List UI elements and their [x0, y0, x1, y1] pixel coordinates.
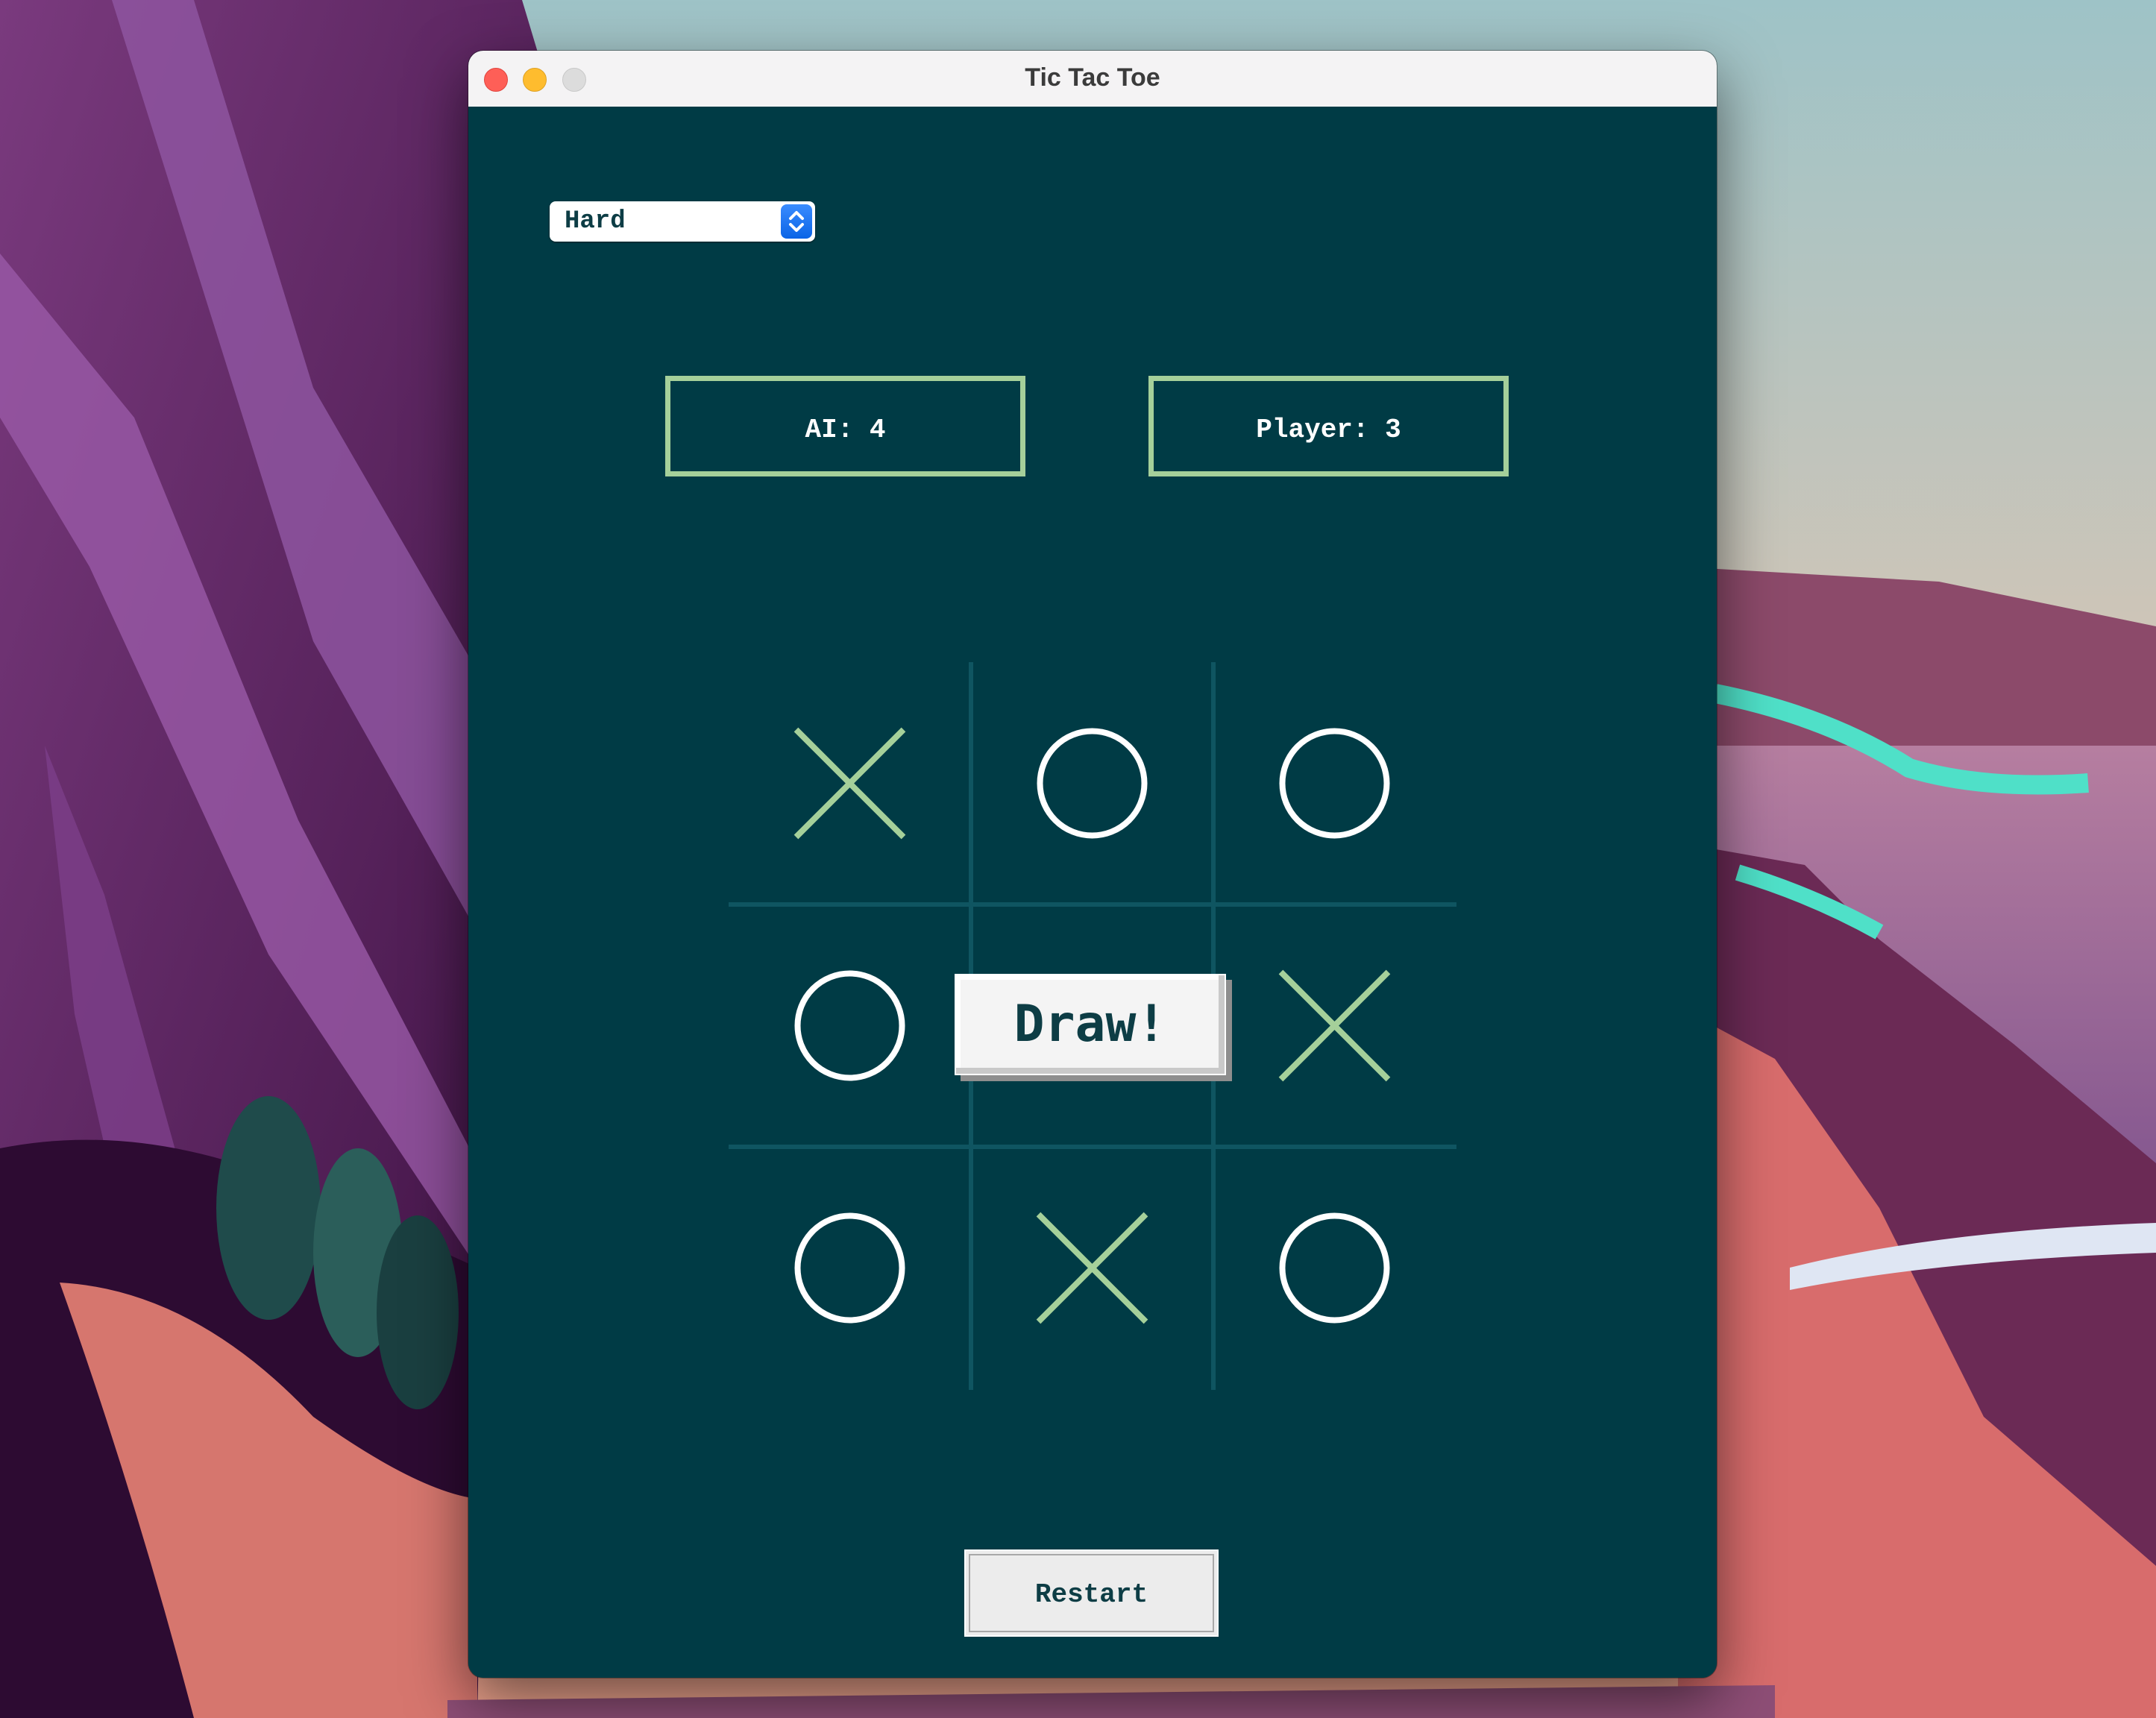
o-mark-icon[interactable]	[1279, 728, 1390, 839]
draw-result-label: Draw!	[1013, 995, 1167, 1054]
player-score-box: Player: 3	[1148, 376, 1509, 476]
o-mark-icon[interactable]	[794, 1212, 905, 1324]
draw-result-banner: Draw!	[955, 974, 1226, 1075]
difficulty-select-value: Hard	[565, 207, 626, 236]
restart-button-label: Restart	[1034, 1579, 1148, 1610]
window-title: Tic Tac Toe	[1025, 63, 1160, 92]
ai-score-box: AI: 4	[665, 376, 1025, 476]
x-mark-icon[interactable]	[1036, 1212, 1148, 1324]
o-mark-icon[interactable]	[1279, 1212, 1390, 1324]
restart-button[interactable]: Restart	[964, 1549, 1219, 1637]
game-panel: Hard AI: 4 Player: 3 Draw! Restart	[468, 107, 1717, 1678]
app-window: Tic Tac Toe Hard AI: 4 Player: 3 Draw! R…	[468, 51, 1717, 1678]
ai-score-label: AI: 4	[805, 415, 886, 445]
o-mark-icon[interactable]	[1037, 728, 1148, 839]
chevron-up-down-icon[interactable]	[781, 204, 812, 239]
title-bar[interactable]: Tic Tac Toe	[468, 51, 1717, 107]
o-mark-icon[interactable]	[794, 970, 905, 1081]
x-mark-icon[interactable]	[793, 727, 906, 840]
player-score-label: Player: 3	[1256, 415, 1401, 445]
x-mark-icon[interactable]	[1278, 969, 1391, 1082]
difficulty-select[interactable]: Hard	[550, 201, 815, 242]
